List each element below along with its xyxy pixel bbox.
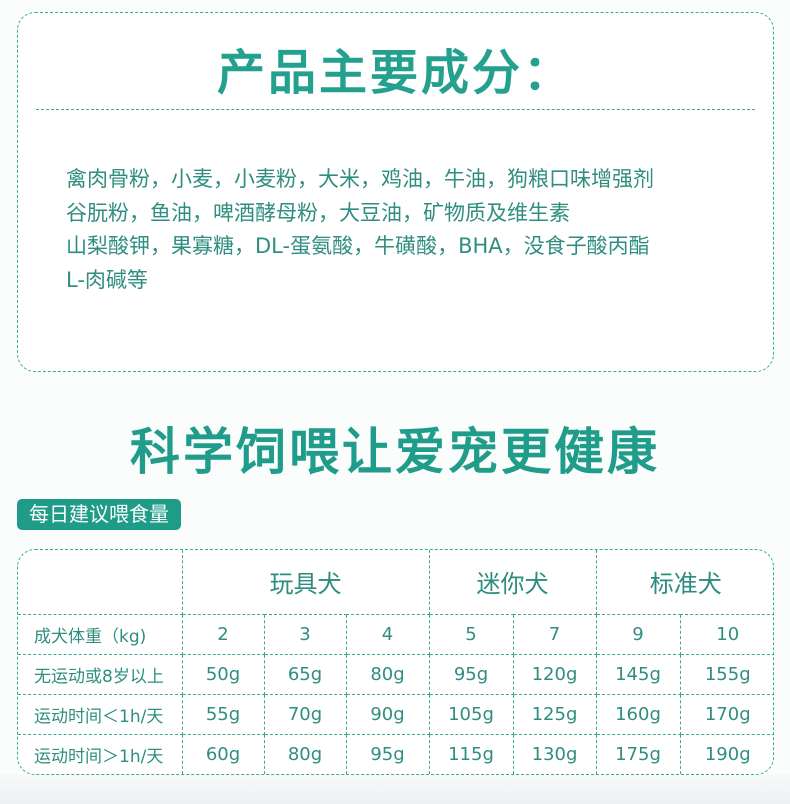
group-header-toy: 玩具犬 (181, 550, 430, 615)
ingredients-card: 产品主要成分： 禽肉骨粉，小麦，小麦粉，大米，鸡油，牛油，狗粮口味增强剂 谷朊粉… (17, 12, 774, 372)
table-row: 运动时间＞1h/天 60g 80g 95g 115g 130g 175g 190… (18, 733, 773, 774)
table-cell: 125g (512, 693, 597, 735)
table-row: 运动时间＜1h/天 55g 70g 90g 105g 125g 160g 170… (18, 693, 773, 735)
table-cell: 190g (679, 733, 773, 774)
table-cell: 175g (595, 733, 681, 774)
table-cell: 80g (263, 733, 347, 774)
table-cell: 95g (345, 733, 430, 774)
title-divider (36, 109, 755, 110)
table-cell: 120g (512, 653, 597, 695)
table-cell: 130g (512, 733, 597, 774)
ingredients-line: 禽肉骨粉，小麦，小麦粉，大米，鸡油，牛油，狗粮口味增强剂 (66, 167, 654, 191)
table-cell: 3 (263, 613, 347, 655)
table-cell: 9 (595, 613, 681, 655)
table-cell: 50g (181, 653, 265, 695)
feeding-table-card: 玩具犬 迷你犬 标准犬 成犬体重（kg) 2 3 4 5 7 9 10 无运动或… (17, 549, 774, 775)
daily-feeding-badge: 每日建议喂食量 (17, 499, 181, 530)
table-cell: 105g (428, 693, 514, 735)
table-cell: 90g (345, 693, 430, 735)
table-cell: 155g (679, 653, 773, 695)
table-cell: 170g (679, 693, 773, 735)
table-cell: 2 (181, 613, 265, 655)
ingredients-list: 禽肉骨粉，小麦，小麦粉，大米，鸡油，牛油，狗粮口味增强剂 谷朊粉，鱼油，啤酒酵母… (66, 163, 756, 297)
table-cell: 160g (595, 693, 681, 735)
table-cell: 95g (428, 653, 514, 695)
group-header-mini: 迷你犬 (428, 550, 597, 615)
slogan-heading: 科学饲喂让爱宠更健康 (130, 423, 660, 481)
row-label: 运动时间＜1h/天 (18, 693, 183, 735)
table-cell: 7 (512, 613, 597, 655)
table-row: 无运动或8岁以上 50g 65g 80g 95g 120g 145g 155g (18, 653, 773, 695)
table-cell: 70g (263, 693, 347, 735)
header-corner-cell (18, 550, 183, 615)
row-label: 运动时间＞1h/天 (18, 733, 183, 774)
table-cell: 4 (345, 613, 430, 655)
table-row: 成犬体重（kg) 2 3 4 5 7 9 10 (18, 613, 773, 655)
table-cell: 5 (428, 613, 514, 655)
table-header-row: 玩具犬 迷你犬 标准犬 (18, 550, 773, 615)
table-cell: 55g (181, 693, 265, 735)
table-cell: 65g (263, 653, 347, 695)
table-cell: 115g (428, 733, 514, 774)
row-label: 成犬体重（kg) (18, 613, 183, 655)
ingredients-line: L-肉碱等 (66, 267, 148, 292)
ingredients-line: 山梨酸钾，果寡糖，DL-蛋氨酸，牛磺酸，BHA，没食子酸丙酯 (66, 234, 650, 258)
ingredients-title: 产品主要成分： (216, 45, 574, 101)
ingredients-line: 谷朊粉，鱼油，啤酒酵母粉，大豆油，矿物质及维生素 (66, 200, 570, 225)
table-cell: 80g (345, 653, 430, 695)
table-cell: 145g (595, 653, 681, 695)
group-header-standard: 标准犬 (595, 550, 773, 615)
feeding-table: 玩具犬 迷你犬 标准犬 成犬体重（kg) 2 3 4 5 7 9 10 无运动或… (18, 550, 773, 774)
bottom-fade (0, 775, 790, 804)
table-cell: 60g (181, 733, 265, 774)
table-cell: 10 (679, 613, 773, 655)
row-label: 无运动或8岁以上 (18, 653, 183, 695)
